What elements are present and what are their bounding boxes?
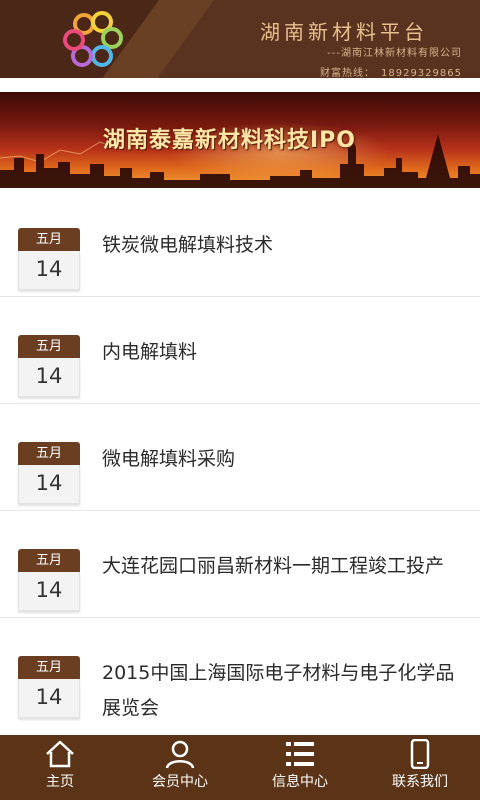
- date-day: 14: [18, 679, 80, 718]
- nav-tab-contact[interactable]: 联系我们: [360, 735, 480, 800]
- date-badge: 五月 14: [18, 656, 80, 718]
- news-item[interactable]: 五月 14 大连花园口丽昌新材料一期工程竣工投产: [0, 511, 480, 618]
- news-title[interactable]: 微电解填料采购: [102, 442, 462, 477]
- date-month: 五月: [18, 656, 80, 679]
- nav-label: 联系我们: [392, 774, 448, 790]
- news-title[interactable]: 内电解填料: [102, 335, 462, 370]
- app-header: 湖南新材料平台 ---湖南江林新材料有限公司 财富热线： 18929329865: [0, 0, 480, 78]
- nav-tab-info[interactable]: 信息中心: [240, 735, 360, 800]
- banner-title: 湖南泰嘉新材料科技IPO: [103, 128, 357, 153]
- nav-label: 会员中心: [152, 774, 208, 790]
- phone-icon: [410, 739, 430, 769]
- date-month: 五月: [18, 335, 80, 358]
- nav-tab-home[interactable]: 主页: [0, 735, 120, 800]
- brand-title: 湖南新材料平台: [260, 20, 428, 44]
- hotline-number[interactable]: 18929329865: [381, 68, 462, 78]
- brand-subtitle: ---湖南江林新材料有限公司: [327, 48, 462, 59]
- promo-banner[interactable]: 湖南泰嘉新材料科技IPO: [0, 92, 480, 188]
- nav-tab-member[interactable]: 会员中心: [120, 735, 240, 800]
- company-logo[interactable]: [62, 10, 126, 70]
- news-list: 五月 14 铁炭微电解填料技术 五月 14 内电解填料 五月 14 微电解填料采…: [0, 190, 480, 724]
- hotline: 财富热线： 18929329865: [320, 64, 462, 78]
- date-day: 14: [18, 465, 80, 504]
- nav-label: 主页: [46, 774, 74, 790]
- news-title[interactable]: 大连花园口丽昌新材料一期工程竣工投产: [102, 549, 462, 584]
- user-icon: [165, 740, 195, 769]
- date-badge: 五月 14: [18, 549, 80, 611]
- date-day: 14: [18, 358, 80, 397]
- news-item[interactable]: 五月 14 铁炭微电解填料技术: [0, 190, 480, 297]
- date-day: 14: [18, 572, 80, 611]
- news-item[interactable]: 五月 14 微电解填料采购: [0, 404, 480, 511]
- date-badge: 五月 14: [18, 335, 80, 397]
- news-item[interactable]: 五月 14 2015中国上海国际电子材料与电子化学品展览会: [0, 618, 480, 724]
- list-icon: [286, 742, 314, 766]
- hotline-label: 财富热线：: [320, 68, 375, 78]
- date-day: 14: [18, 251, 80, 290]
- date-badge: 五月 14: [18, 442, 80, 504]
- news-title[interactable]: 2015中国上海国际电子材料与电子化学品展览会: [102, 656, 462, 726]
- news-title[interactable]: 铁炭微电解填料技术: [102, 228, 462, 263]
- date-month: 五月: [18, 442, 80, 465]
- date-badge: 五月 14: [18, 228, 80, 290]
- date-month: 五月: [18, 228, 80, 251]
- date-month: 五月: [18, 549, 80, 572]
- nav-label: 信息中心: [272, 774, 328, 790]
- bottom-nav: 主页 会员中心 信息中心 联系我们: [0, 735, 480, 800]
- news-item[interactable]: 五月 14 内电解填料: [0, 297, 480, 404]
- home-icon: [46, 740, 74, 768]
